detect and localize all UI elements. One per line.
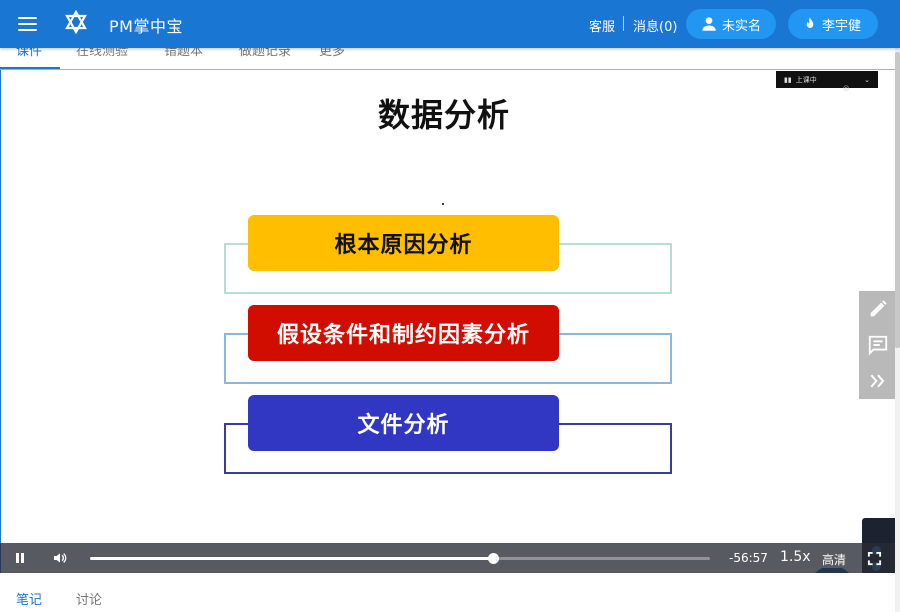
comment-button[interactable] xyxy=(859,327,895,363)
pencil-icon xyxy=(870,300,887,317)
pause-button[interactable] xyxy=(8,543,32,573)
flame-icon xyxy=(806,17,814,28)
scrollbar-thumb[interactable] xyxy=(895,52,900,348)
time-remaining: -56:57 xyxy=(729,551,768,565)
comment-icon xyxy=(868,335,887,356)
progress-handle[interactable] xyxy=(488,553,499,564)
quality-button[interactable]: 高清 xyxy=(822,551,846,568)
star-of-david-icon[interactable] xyxy=(64,10,88,34)
side-toolbar xyxy=(859,291,895,399)
slide-dot xyxy=(442,203,444,205)
slide-title: 数据分析 xyxy=(377,96,510,134)
item-label-2: 假设条件和制约因素分析 xyxy=(248,305,559,361)
collapse-button[interactable] xyxy=(859,363,895,399)
app-title: PM掌中宝 xyxy=(109,17,183,36)
player-controls: -56:57 1.5x 高清 xyxy=(0,543,895,573)
signal-icon: ▮▮ xyxy=(784,75,792,84)
user-button[interactable]: 李宇健 xyxy=(788,9,878,39)
user-name: 李宇健 xyxy=(822,18,862,34)
progress-track[interactable] xyxy=(90,553,710,564)
item-label-3: 文件分析 xyxy=(248,395,559,451)
volume-icon xyxy=(54,553,67,563)
messages-link[interactable]: 消息(0) xyxy=(633,16,677,35)
unverified-button[interactable]: 未实名 xyxy=(686,9,776,39)
fullscreen-button[interactable] xyxy=(862,543,886,573)
fullscreen-icon xyxy=(867,551,881,565)
customer-service-link[interactable]: 客服 xyxy=(589,16,615,35)
item-label-1: 根本原因分析 xyxy=(248,215,559,271)
top-app-bar: PM掌中宝 客服 消息(0) 未实名 李宇健 xyxy=(0,0,900,48)
page-scrollbar[interactable] xyxy=(895,48,900,612)
volume-button[interactable] xyxy=(48,543,72,573)
video-player[interactable]: ▮▮ 上课中 ⌄ ◎ 数据分析 根本原因分析 假设条件和制约因素分析 文件分析 xyxy=(0,70,895,573)
progress-fill xyxy=(90,557,493,560)
menu-icon[interactable] xyxy=(14,12,42,36)
double-chevron-right-icon xyxy=(870,374,884,388)
live-status-label: 上课中 xyxy=(795,75,817,84)
tab-discussion[interactable]: 讨论 xyxy=(76,589,102,608)
header-divider xyxy=(623,16,624,31)
tab-notes[interactable]: 笔记 xyxy=(16,589,42,608)
edit-note-button[interactable] xyxy=(859,291,895,327)
bottom-tabs: 笔记 讨论 xyxy=(0,580,900,612)
playback-rate-button[interactable]: 1.5x xyxy=(780,549,811,565)
person-icon xyxy=(702,17,716,31)
pause-icon xyxy=(16,553,24,563)
unverified-label: 未实名 xyxy=(722,18,762,34)
chevron-down-icon: ⌄ xyxy=(864,75,870,84)
